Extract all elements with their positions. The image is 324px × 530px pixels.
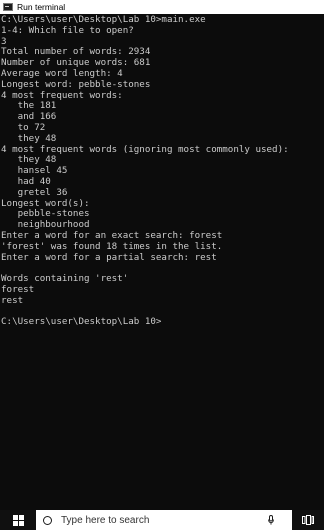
window-title: Run terminal <box>17 2 66 12</box>
console-line: gretel 36 <box>1 186 68 198</box>
cortana-circle-icon <box>43 515 52 525</box>
search-placeholder: Type here to search <box>61 514 150 526</box>
console-line: and 166 <box>1 111 57 123</box>
task-view-icon <box>302 515 314 525</box>
console-line: 'forest' was found 18 times in the list. <box>1 240 223 252</box>
console-line: forest <box>1 283 35 295</box>
console-app-icon <box>3 3 13 11</box>
console-line: Longest word: pebble-stones <box>1 78 151 90</box>
console-output[interactable]: C:\Users\user\Desktop\Lab 10>main.exe 1-4… <box>0 15 324 500</box>
console-line: Enter a word for a partial search: rest <box>1 251 217 263</box>
window-title-bar[interactable]: Run terminal <box>0 0 324 14</box>
taskbar-search-box[interactable]: Type here to search <box>36 510 292 530</box>
task-view-button[interactable] <box>292 510 324 530</box>
console-lines: C:\Users\user\Desktop\Lab 10>main.exe 1-4… <box>0 15 324 328</box>
taskbar: Type here to search <box>0 510 324 530</box>
console-line: rest <box>1 294 24 306</box>
start-button[interactable] <box>0 510 36 530</box>
console-line: C:\Users\user\Desktop\Lab 10> <box>1 316 162 328</box>
microphone-icon[interactable] <box>268 515 274 525</box>
console-line: 1-4: Which file to open? <box>1 24 134 36</box>
windows-logo-icon <box>12 514 24 526</box>
console-line: Words containing 'rest' <box>1 273 129 285</box>
console-line: they 48 <box>1 132 57 144</box>
